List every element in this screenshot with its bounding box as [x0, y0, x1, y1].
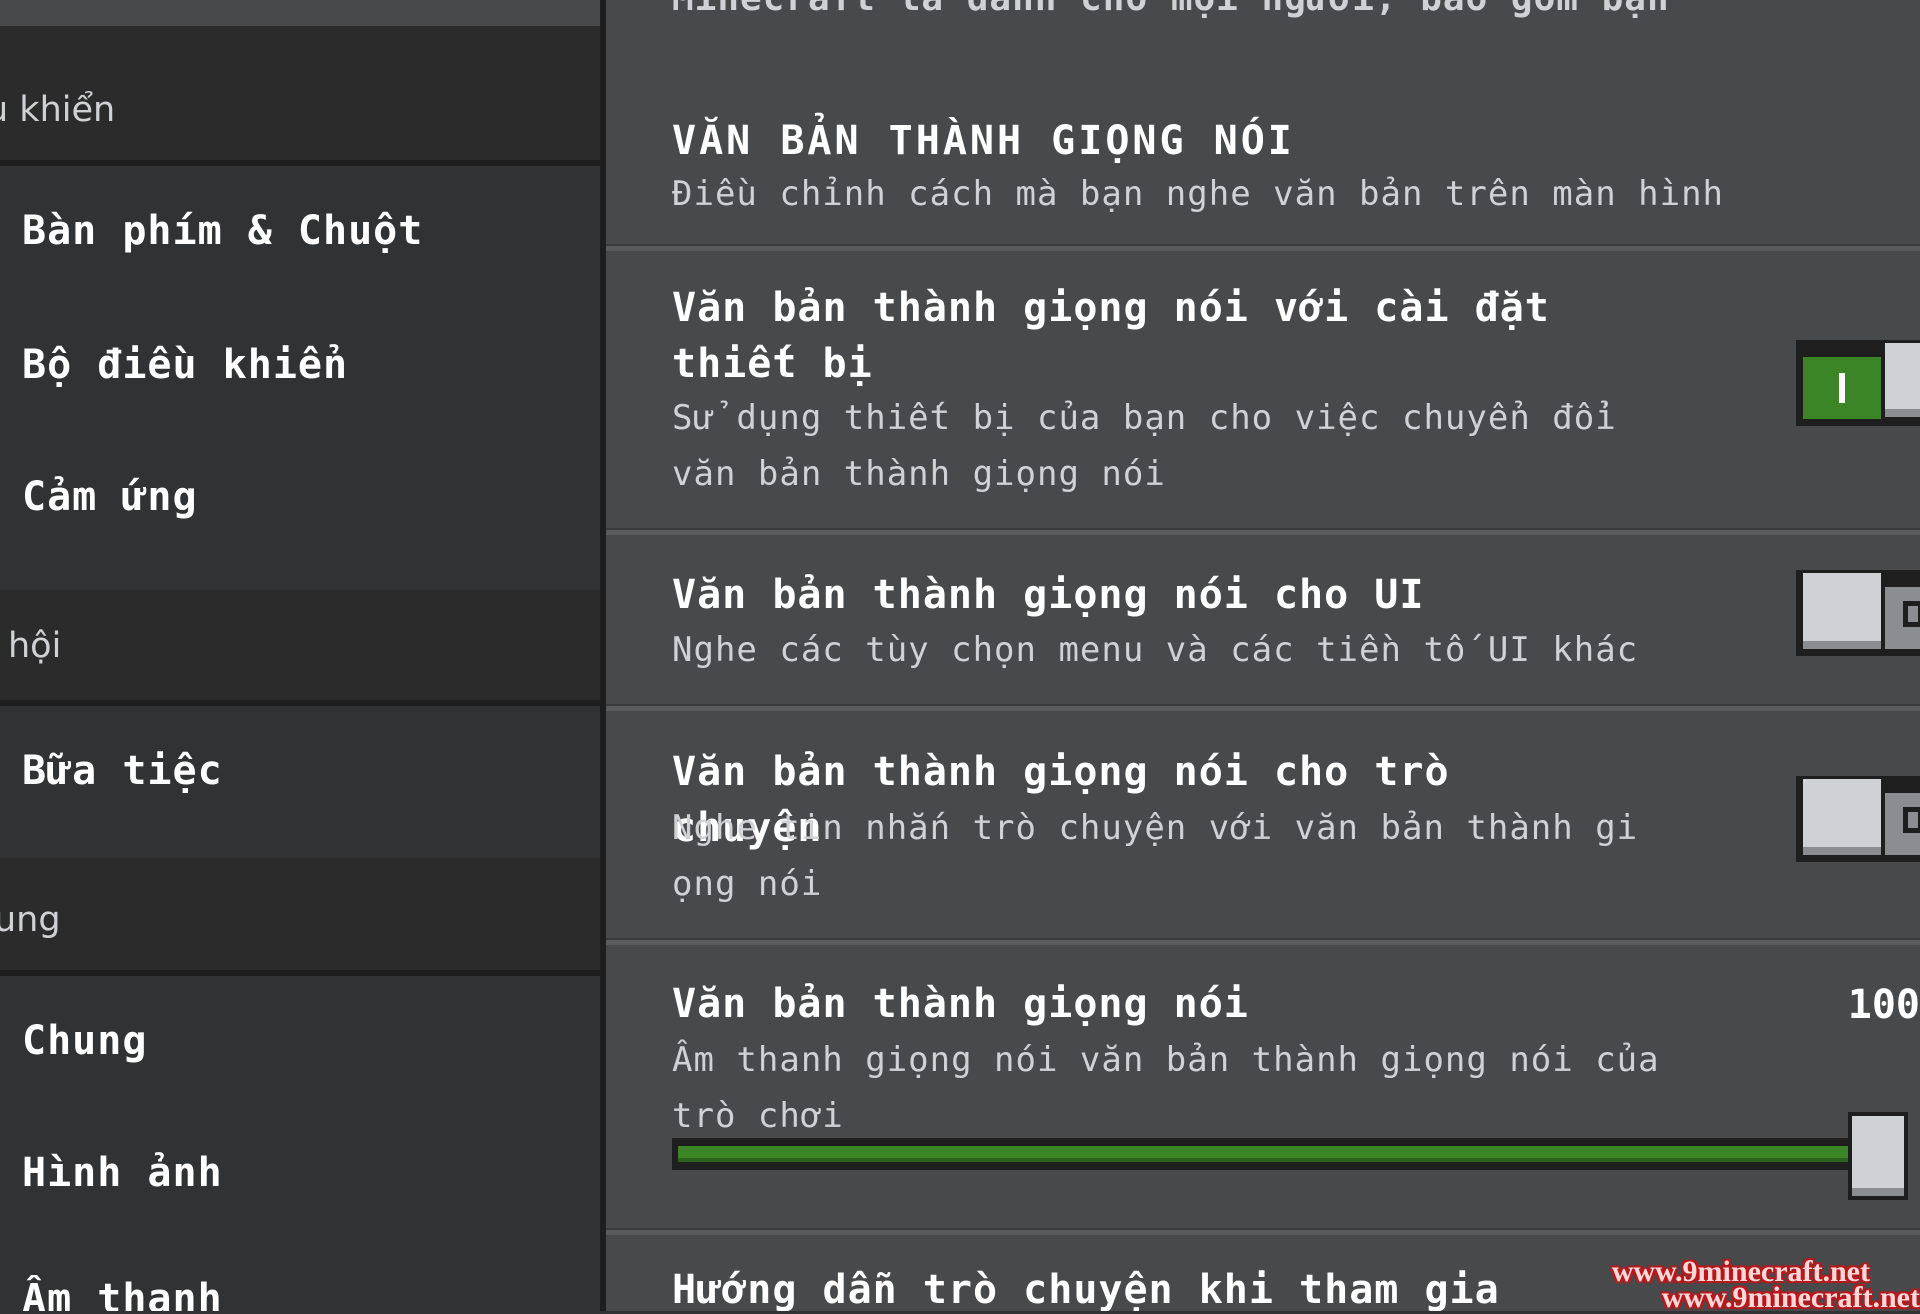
row-divider — [606, 1228, 1920, 1235]
sidebar-top-edge — [0, 0, 600, 29]
row-divider — [606, 938, 1920, 945]
sidebar-item-touch[interactable]: Cảm ứng — [22, 474, 198, 520]
slider-thumb[interactable] — [1848, 1112, 1908, 1200]
option-description-tts-ui: Nghe các tùy chọn menu và các tiền tố UI… — [672, 630, 1639, 670]
sidebar-section-general: ung — [0, 858, 600, 976]
slider-description-tts-volume: Âm thanh giọng nói văn bản thành giọng n… — [672, 1040, 1660, 1136]
row-divider — [606, 244, 1920, 251]
option-title-tts-device: Văn bản thành giọng nói với cài đặt thiế… — [672, 285, 1550, 387]
sidebar-item-keyboard-mouse[interactable]: Bàn phím & Chuột — [22, 208, 423, 254]
sidebar-item-controller[interactable]: Bộ điều khiển — [22, 342, 348, 388]
option-title-chat-guidance: Hướng dẫn trò chuyện khi tham gia — [672, 1267, 1500, 1311]
option-title-tts-ui: Văn bản thành giọng nói cho UI — [672, 572, 1425, 618]
slider-fill — [678, 1146, 1866, 1162]
toggle-knob — [1800, 570, 1884, 652]
toggle-track — [1800, 354, 1884, 422]
row-divider — [606, 704, 1920, 711]
option-description-tts-chat: Nghe tin nhắn trò chuyện với văn bản thà… — [672, 808, 1639, 904]
settings-sidebar: u khiển Bàn phím & Chuột Bộ điều khiển C… — [0, 0, 600, 1311]
previous-option-description: Minecraft là dành cho mọi người, bao gồm… — [672, 0, 1670, 19]
toggle-track — [1882, 584, 1920, 652]
watermark-line: www.9minecraft.net — [1661, 1281, 1920, 1314]
sidebar-item-video[interactable]: Hình ảnh — [22, 1150, 223, 1196]
sidebar-item-audio[interactable]: Âm thanh — [22, 1276, 223, 1311]
toggle-tts-ui[interactable] — [1796, 570, 1920, 656]
toggle-knob — [1882, 340, 1920, 420]
watermark: www.9minecraft.net www.9minecraft.net — [1612, 1257, 1920, 1314]
toggle-tts-device[interactable] — [1796, 340, 1920, 426]
sidebar-section-controls: u khiển — [0, 26, 600, 166]
sidebar-section-label: ung — [0, 900, 61, 940]
settings-panel: Minecraft là dành cho mọi người, bao gồm… — [606, 0, 1920, 1311]
slider-title-tts-volume: Văn bản thành giọng nói — [672, 981, 1249, 1027]
sidebar-section-social: hội — [0, 590, 600, 706]
sidebar-item-party[interactable]: Bữa tiệc — [22, 748, 223, 794]
sidebar-section-label: hội — [8, 626, 62, 666]
tts-volume-slider[interactable] — [672, 1138, 1872, 1170]
slider-value-label: 100 — [1847, 982, 1920, 1028]
toggle-tts-chat[interactable] — [1796, 776, 1920, 862]
sidebar-item-general[interactable]: Chung — [22, 1018, 147, 1064]
toggle-knob — [1800, 776, 1884, 858]
option-description-tts-device: Sử dụng thiết bị của bạn cho việc chuyển… — [672, 398, 1617, 494]
row-divider — [606, 528, 1920, 535]
toggle-track — [1882, 790, 1920, 858]
section-title: VĂN BẢN THÀNH GIỌNG NÓI — [672, 118, 1295, 164]
sidebar-section-label: u khiển — [0, 90, 116, 130]
section-description: Điều chỉnh cách mà bạn nghe văn bản trên… — [672, 174, 1725, 214]
